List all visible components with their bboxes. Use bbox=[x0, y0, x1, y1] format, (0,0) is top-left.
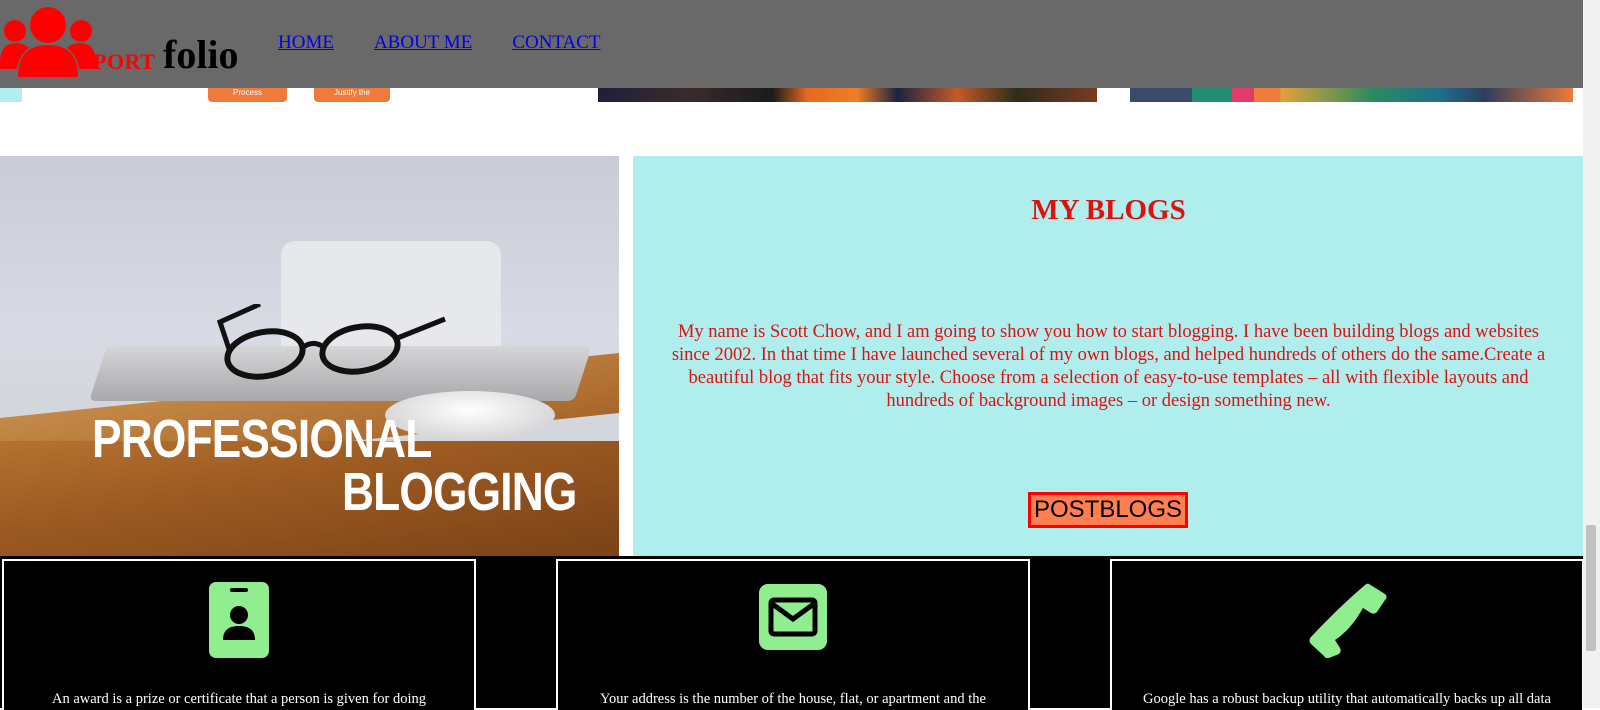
glasses-icon bbox=[216, 304, 446, 380]
justify-image-button: Justify the bbox=[314, 88, 390, 102]
contact-cards: An award is a prize or certificate that … bbox=[0, 556, 1584, 710]
users-icon bbox=[0, 7, 96, 77]
award-card: An award is a prize or certificate that … bbox=[2, 559, 476, 710]
process-image: Process Justify the bbox=[208, 88, 390, 102]
blogs-section: MY BLOGS My name is Scott Chow, and I am… bbox=[633, 156, 1584, 556]
backup-card: Google has a robust backup utility that … bbox=[1110, 559, 1584, 710]
nav-about-me[interactable]: ABOUT ME bbox=[374, 32, 472, 53]
address-card-text: Your address is the number of the house,… bbox=[600, 691, 986, 707]
colorful-image bbox=[1130, 88, 1573, 102]
backup-card-text: Google has a robust backup utility that … bbox=[1143, 691, 1551, 707]
scrollbar-thumb[interactable] bbox=[1586, 525, 1596, 651]
main-nav: HOME ABOUT ME CONTACT bbox=[278, 32, 637, 54]
blogs-description: My name is Scott Chow, and I am going to… bbox=[671, 322, 1546, 411]
nav-contact[interactable]: CONTACT bbox=[512, 32, 600, 53]
professional-blogging-image: PROFESSIONAL BLOGGING bbox=[0, 156, 619, 556]
logo-port-text: PORT bbox=[93, 49, 156, 74]
nav-home[interactable]: HOME bbox=[278, 32, 334, 53]
hero-line-2: BLOGGING bbox=[342, 462, 577, 522]
crowd-image bbox=[598, 88, 1097, 102]
process-image-button: Process bbox=[208, 88, 287, 102]
scrollbar[interactable] bbox=[1583, 0, 1600, 708]
scrolled-image-strip: Process Justify the bbox=[0, 88, 1600, 102]
phone-icon bbox=[1112, 582, 1582, 663]
id-badge-icon bbox=[4, 582, 474, 663]
logo-folio-text: folio bbox=[163, 32, 239, 77]
address-card: Your address is the number of the house,… bbox=[556, 559, 1030, 710]
envelope-icon bbox=[558, 582, 1028, 655]
postblogs-button[interactable]: POSTBLOGS bbox=[1028, 492, 1188, 528]
logo[interactable]: PORT folio bbox=[0, 5, 240, 77]
blogs-title: MY BLOGS bbox=[1031, 194, 1186, 226]
site-header: PORT folio HOME ABOUT ME CONTACT bbox=[0, 0, 1583, 88]
award-card-text: An award is a prize or certificate that … bbox=[51, 691, 427, 707]
cyan-edge bbox=[0, 88, 22, 102]
